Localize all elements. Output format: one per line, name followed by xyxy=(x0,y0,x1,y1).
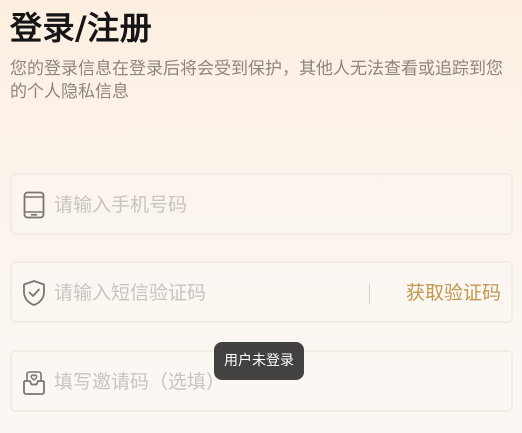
page-subtitle: 您的登录信息在登录后将会受到保护，其他人无法查看或追踪到您的个人隐私信息 xyxy=(10,59,503,102)
get-code-button[interactable]: 获取验证码 xyxy=(406,280,501,306)
phone-icon xyxy=(23,191,45,219)
phone-input[interactable] xyxy=(54,187,494,223)
shield-check-icon xyxy=(23,280,45,306)
inbox-heart-icon xyxy=(23,371,45,395)
field-divider xyxy=(369,284,370,304)
phone-field[interactable] xyxy=(10,173,513,235)
toast-message: 用户未登录 xyxy=(214,342,304,380)
sms-code-field[interactable]: 获取验证码 xyxy=(10,261,513,323)
page-title: 登录/注册 xyxy=(10,9,153,47)
sms-code-input[interactable] xyxy=(54,275,354,311)
